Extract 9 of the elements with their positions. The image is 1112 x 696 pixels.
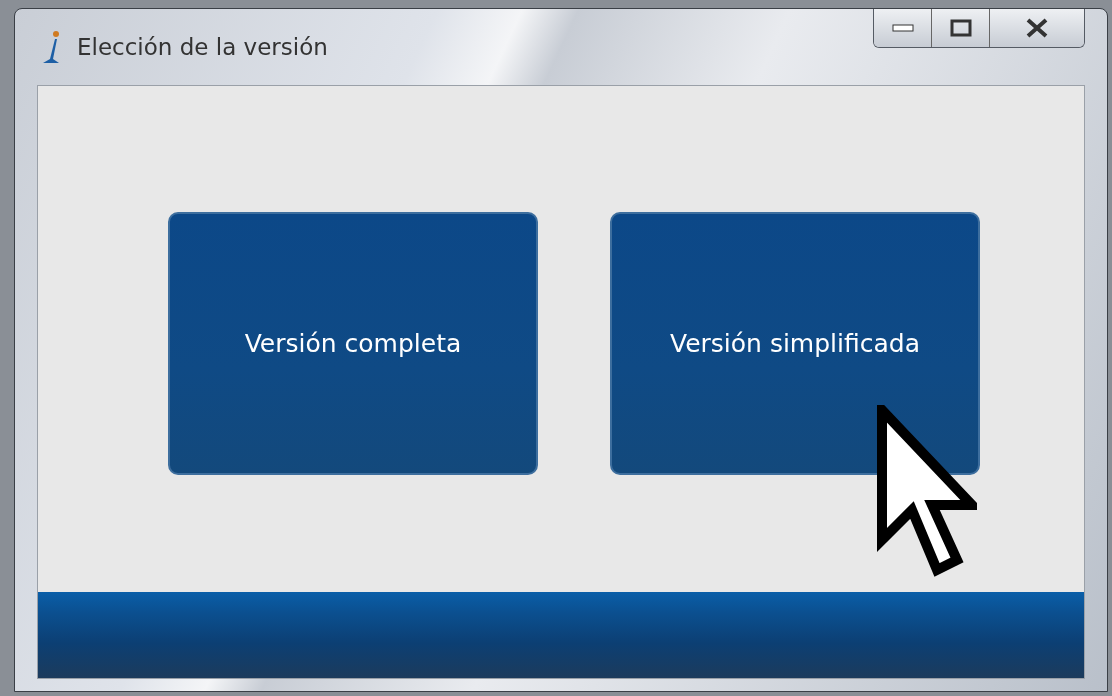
maximize-button[interactable] <box>932 9 990 47</box>
version-button[interactable]: Versión simplificada <box>610 212 980 475</box>
maximize-icon <box>949 19 972 37</box>
minimize-button[interactable] <box>874 9 932 47</box>
minimize-icon <box>891 24 914 32</box>
close-icon <box>1025 17 1049 39</box>
version-button[interactable]: Versión completa <box>168 212 538 475</box>
close-button[interactable] <box>990 9 1084 47</box>
window-title: Elección de la versión <box>77 32 328 62</box>
